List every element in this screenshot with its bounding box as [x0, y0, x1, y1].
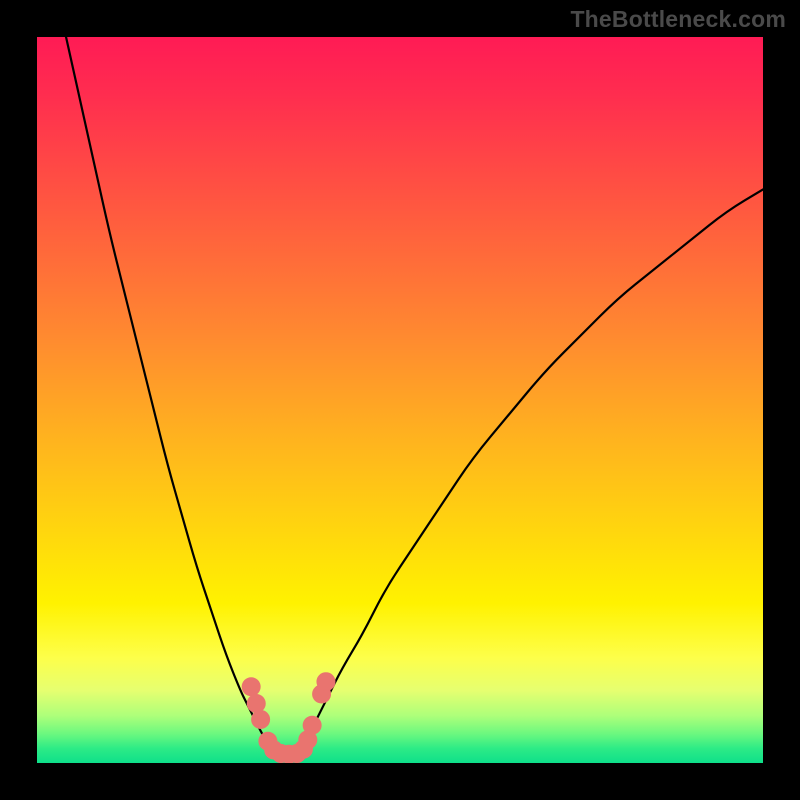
bottleneck-dot [303, 716, 322, 735]
watermark-text: TheBottleneck.com [570, 6, 786, 33]
right-curve [306, 189, 763, 741]
left-curve [66, 37, 269, 745]
bottleneck-dots [242, 672, 336, 763]
plot-area [37, 37, 763, 763]
chart-frame: TheBottleneck.com [0, 0, 800, 800]
bottleneck-dot [247, 694, 266, 713]
bottleneck-dot [316, 672, 335, 691]
curve-overlay [37, 37, 763, 763]
bottleneck-dot [242, 677, 261, 696]
bottleneck-dot [251, 710, 270, 729]
